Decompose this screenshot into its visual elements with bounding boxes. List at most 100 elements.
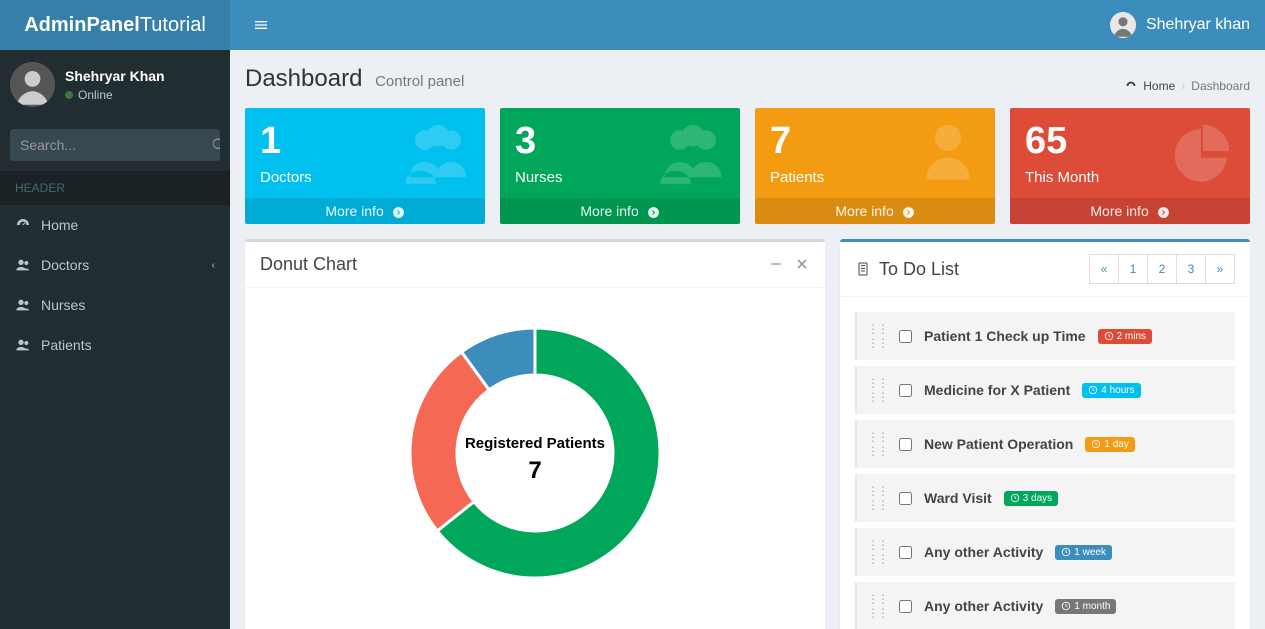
chevron-left-icon: ‹	[212, 260, 215, 271]
dashboard-icon	[15, 217, 31, 233]
donut-title: Donut Chart	[260, 254, 357, 275]
drag-handle-icon[interactable]: ⋮⋮⋮⋮	[867, 538, 887, 566]
donut-center-label: Registered Patients	[465, 435, 605, 452]
clock-icon	[1088, 385, 1098, 395]
stat-box: 1 Doctors More info	[245, 108, 485, 224]
sidebar-item-patients[interactable]: Patients	[0, 325, 230, 365]
donut-center-value: 7	[528, 457, 541, 484]
page-title: Dashboard Control panel	[245, 65, 464, 93]
user-menu[interactable]: Shehryar khan	[1110, 12, 1250, 38]
clock-icon	[1061, 547, 1071, 557]
todo-item: ⋮⋮⋮⋮ Patient 1 Check up Time 2 mins	[855, 312, 1235, 360]
breadcrumb: Home › Dashboard	[1125, 79, 1250, 93]
avatar	[1110, 12, 1136, 38]
page-link[interactable]: 1	[1118, 254, 1148, 284]
clock-icon	[1104, 331, 1114, 341]
todo-checkbox[interactable]	[899, 546, 912, 559]
users-icon	[658, 116, 728, 202]
search-input[interactable]	[10, 129, 211, 161]
breadcrumb-active: Dashboard	[1191, 79, 1250, 93]
user-name: Shehryar khan	[1146, 16, 1250, 34]
todo-item: ⋮⋮⋮⋮ New Patient Operation 1 day	[855, 420, 1235, 468]
sidebar-item-label: Patients	[41, 337, 92, 353]
stat-box: 3 Nurses More info	[500, 108, 740, 224]
todo-text: New Patient Operation	[924, 436, 1073, 452]
brand-logo[interactable]: AdminPanelTutorial	[0, 0, 230, 50]
todo-item: ⋮⋮⋮⋮ Medicine for X Patient 4 hours	[855, 366, 1235, 414]
sidebar-toggle[interactable]	[245, 8, 277, 42]
todo-checkbox[interactable]	[899, 492, 912, 505]
time-badge: 2 mins	[1098, 329, 1152, 344]
page-link[interactable]: «	[1089, 254, 1119, 284]
donut-chart-box: Donut Chart Registered Patients 7	[245, 239, 825, 629]
page-subtitle: Control panel	[375, 73, 464, 90]
drag-handle-icon[interactable]: ⋮⋮⋮⋮	[867, 430, 887, 458]
sidebar-item-doctors[interactable]: Doctors ‹	[0, 245, 230, 285]
todo-box: To Do List «123» ⋮⋮⋮⋮ Patient 1 Check up…	[840, 239, 1250, 629]
page-link[interactable]: 2	[1147, 254, 1177, 284]
pagination: «123»	[1090, 254, 1235, 284]
dashboard-icon	[1125, 80, 1137, 92]
clock-icon	[1061, 601, 1071, 611]
sidebar: Shehryar Khan Online HEADER Home Doctors…	[0, 50, 230, 629]
status-text: Online	[78, 88, 113, 102]
todo-item: ⋮⋮⋮⋮ Any other Activity 1 month	[855, 582, 1235, 629]
drag-handle-icon[interactable]: ⋮⋮⋮⋮	[867, 484, 887, 512]
todo-text: Ward Visit	[924, 490, 992, 506]
sidebar-item-label: Doctors	[41, 257, 89, 273]
sidebar-section-header: HEADER	[0, 171, 230, 205]
todo-checkbox[interactable]	[899, 600, 912, 613]
search-button[interactable]	[211, 129, 220, 161]
stat-box: 7 Patients More info	[755, 108, 995, 224]
stat-box: 65 This Month More info	[1010, 108, 1250, 224]
pie-icon	[1168, 116, 1238, 202]
sidebar-item-label: Nurses	[41, 297, 85, 313]
todo-checkbox[interactable]	[899, 330, 912, 343]
todo-text: Any other Activity	[924, 598, 1043, 614]
sidebar-item-home[interactable]: Home	[0, 205, 230, 245]
minus-icon	[768, 256, 784, 272]
menu-icon	[253, 17, 269, 33]
clock-icon	[1091, 439, 1101, 449]
close-button[interactable]	[794, 256, 810, 274]
users-icon	[15, 337, 31, 353]
todo-text: Any other Activity	[924, 544, 1043, 560]
todo-text: Medicine for X Patient	[924, 382, 1070, 398]
avatar	[10, 62, 55, 107]
search-form	[10, 129, 220, 161]
todo-text: Patient 1 Check up Time	[924, 328, 1086, 344]
page-link[interactable]: 3	[1176, 254, 1206, 284]
donut-chart: Registered Patients 7	[385, 303, 685, 603]
users-icon	[15, 297, 31, 313]
arrow-circle-right-icon	[1157, 206, 1170, 219]
close-icon	[794, 256, 810, 272]
todo-checkbox[interactable]	[899, 384, 912, 397]
status-dot-icon	[65, 91, 73, 99]
time-badge: 1 day	[1085, 437, 1134, 452]
collapse-button[interactable]	[768, 256, 784, 274]
drag-handle-icon[interactable]: ⋮⋮⋮⋮	[867, 322, 887, 350]
arrow-circle-right-icon	[647, 206, 660, 219]
clipboard-icon	[855, 261, 871, 277]
users-icon	[15, 257, 31, 273]
drag-handle-icon[interactable]: ⋮⋮⋮⋮	[867, 376, 887, 404]
drag-handle-icon[interactable]: ⋮⋮⋮⋮	[867, 592, 887, 620]
time-badge: 3 days	[1004, 491, 1058, 506]
page-link[interactable]: »	[1205, 254, 1235, 284]
users-icon	[403, 116, 473, 202]
breadcrumb-home[interactable]: Home	[1143, 79, 1175, 93]
search-icon	[211, 137, 220, 153]
todo-title: To Do List	[879, 259, 959, 280]
todo-item: ⋮⋮⋮⋮ Ward Visit 3 days	[855, 474, 1235, 522]
sidebar-user-name: Shehryar Khan	[65, 68, 165, 84]
todo-item: ⋮⋮⋮⋮ Any other Activity 1 week	[855, 528, 1235, 576]
sidebar-item-label: Home	[41, 217, 78, 233]
arrow-circle-right-icon	[392, 206, 405, 219]
clock-icon	[1010, 493, 1020, 503]
sidebar-item-nurses[interactable]: Nurses	[0, 285, 230, 325]
todo-checkbox[interactable]	[899, 438, 912, 451]
time-badge: 1 week	[1055, 545, 1112, 560]
time-badge: 4 hours	[1082, 383, 1140, 398]
person-icon	[913, 116, 983, 202]
arrow-circle-right-icon	[902, 206, 915, 219]
